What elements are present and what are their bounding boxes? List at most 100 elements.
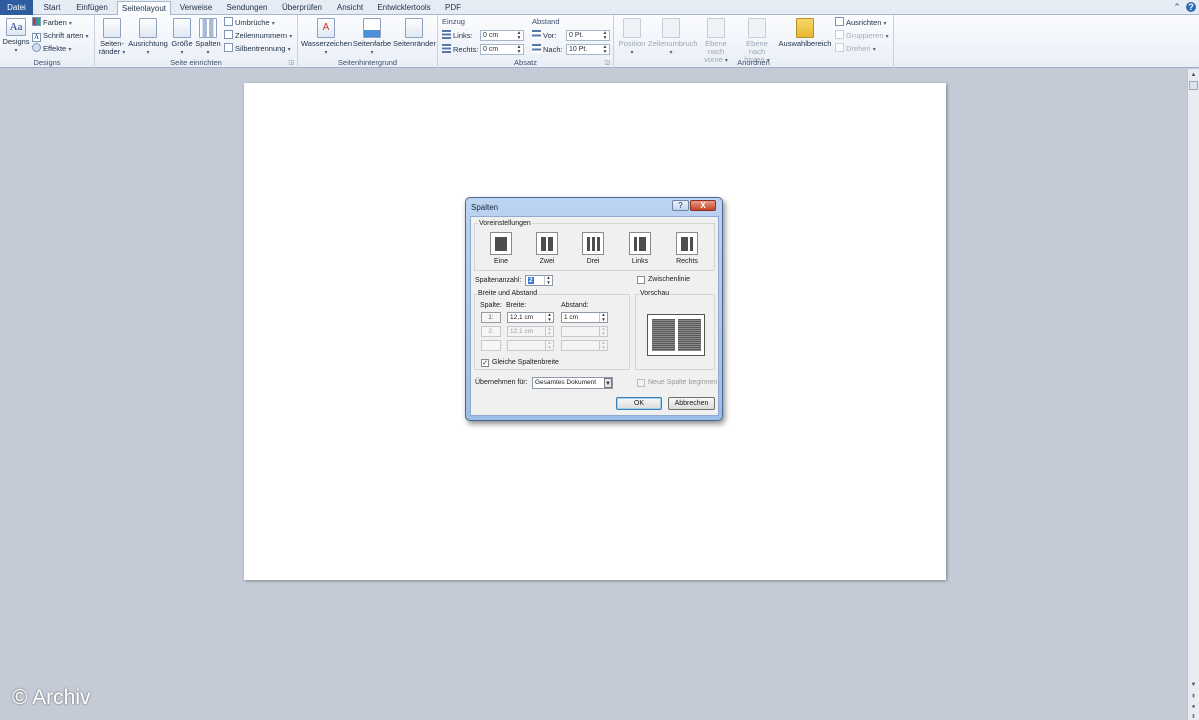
position-button[interactable]: Position ▾ bbox=[617, 18, 647, 57]
einzug-rechts-input[interactable]: 0 cm ▲ ▼ bbox=[480, 44, 524, 55]
orientation-icon bbox=[139, 18, 157, 38]
abbrechen-button[interactable]: Abbrechen bbox=[668, 397, 715, 410]
spin-arrows-icon: ▲ ▼ bbox=[545, 340, 553, 350]
schriftarten-button[interactable]: A Schrift arten ▾ bbox=[32, 30, 89, 42]
dialog-help-button[interactable]: ? bbox=[672, 200, 689, 211]
spaltenanzahl-input[interactable]: 2 ▲ ▼ bbox=[525, 275, 553, 286]
spin-arrows-icon[interactable]: ▲ ▼ bbox=[545, 312, 553, 322]
absatz-launcher-icon[interactable]: ◲ bbox=[604, 59, 610, 66]
wasserzeichen-button[interactable]: A Wasserzeichen ▾ bbox=[301, 18, 352, 57]
page-color-icon bbox=[363, 18, 381, 38]
neue-spalte-label: Neue Spalte beginnen bbox=[648, 379, 718, 386]
einzug-links-label-wrap: Links: bbox=[442, 30, 473, 42]
auswahlbereich-button[interactable]: Auswahlbereich bbox=[778, 18, 832, 48]
seitenraender-hintergrund-label: Seitenränder bbox=[393, 39, 436, 48]
seite-einrichten-launcher-icon[interactable]: ◲ bbox=[288, 59, 294, 66]
abstand-vor-label-wrap: Vor: bbox=[532, 30, 556, 42]
vertical-scrollbar[interactable]: ▲ ▼ ⇞ ● ⇟ bbox=[1187, 69, 1199, 720]
spin-arrows-icon[interactable]: ▲ ▼ bbox=[515, 45, 523, 55]
spin-arrows-icon[interactable]: ▲ ▼ bbox=[544, 275, 552, 285]
abstand-input-1[interactable]: 1 cm ▲ ▼ bbox=[561, 312, 608, 323]
silbentrennung-button[interactable]: Silbentrennung ▾ bbox=[224, 43, 291, 55]
ausrichten-button[interactable]: Ausrichten ▾ bbox=[835, 17, 887, 29]
ruler-toggle-icon[interactable] bbox=[1189, 81, 1198, 90]
drehen-label: Drehen bbox=[846, 44, 871, 53]
zwischenlinie-checkbox[interactable] bbox=[637, 276, 645, 284]
tab-pdf[interactable]: PDF bbox=[439, 1, 467, 15]
tab-verweise[interactable]: Verweise bbox=[175, 1, 217, 15]
spin-arrows-icon: ▲ ▼ bbox=[599, 340, 607, 350]
tab-sendungen[interactable]: Sendungen bbox=[221, 1, 273, 15]
group-icon bbox=[835, 30, 844, 39]
einzug-rechts-label-wrap: Rechts: bbox=[442, 44, 478, 56]
effekte-label: Effekte bbox=[43, 44, 67, 53]
vorschau-preview bbox=[647, 314, 705, 356]
spin-arrows-icon[interactable]: ▲ ▼ bbox=[601, 31, 609, 41]
preview-column bbox=[652, 319, 675, 351]
gruppieren-label: Gruppieren bbox=[846, 31, 884, 40]
abstand-value-1: 1 cm bbox=[564, 314, 579, 321]
gleiche-spaltenbreite-checkbox[interactable]: ✓ bbox=[481, 359, 489, 367]
effekte-button[interactable]: Effekte ▾ bbox=[32, 43, 71, 55]
breite-input-1[interactable]: 12,1 cm ▲ ▼ bbox=[507, 312, 554, 323]
spin-arrows-icon[interactable]: ▲ ▼ bbox=[515, 31, 523, 41]
abstand-vor-input[interactable]: 0 Pt. ▲ ▼ bbox=[566, 30, 610, 41]
tab-entwicklertools[interactable]: Entwicklertools bbox=[373, 1, 435, 15]
ok-button[interactable]: OK bbox=[616, 397, 662, 410]
preset-eine-button[interactable] bbox=[490, 232, 512, 255]
einzug-links-label: Links: bbox=[453, 31, 473, 40]
designs-button[interactable]: Aa Designs ▾ bbox=[2, 18, 30, 55]
spin-arrows-icon[interactable]: ▲ ▼ bbox=[601, 45, 609, 55]
ebene-hinten-label: Ebene nach bbox=[746, 39, 768, 56]
scroll-down-icon[interactable]: ▼ bbox=[1189, 681, 1198, 690]
drehen-button[interactable]: Drehen ▾ bbox=[835, 43, 876, 55]
scroll-up-icon[interactable]: ▲ bbox=[1189, 71, 1198, 80]
tab-start[interactable]: Start bbox=[36, 1, 68, 15]
copyright-watermark: © Archiv bbox=[12, 686, 91, 709]
farben-button[interactable]: Farben ▾ bbox=[32, 17, 72, 29]
tab-seitenlayout[interactable]: Seitenlayout bbox=[117, 1, 171, 16]
einzug-links-input[interactable]: 0 cm ▲ ▼ bbox=[480, 30, 524, 41]
browse-object-icon[interactable]: ● bbox=[1189, 703, 1198, 712]
help-icon[interactable]: ? bbox=[1186, 2, 1196, 12]
preset-zwei-button[interactable] bbox=[536, 232, 558, 255]
preset-drei-button[interactable] bbox=[582, 232, 604, 255]
column-bar bbox=[495, 237, 507, 251]
zwischenlinie-label: Zwischenlinie bbox=[648, 276, 691, 283]
minimize-ribbon-icon[interactable]: ⌃ bbox=[1172, 2, 1182, 12]
group-absatz: Einzug Links: 0 cm ▲ ▼ Rechts: 0 cm ▲ ▼ Abst… bbox=[438, 15, 614, 68]
designs-icon: Aa bbox=[6, 18, 26, 36]
watermark-icon: A bbox=[317, 18, 335, 38]
zeilenumbruch-label: Zeilenumbruch bbox=[648, 39, 698, 48]
seitenraender-button[interactable]: Seiten-ränder ▾ bbox=[97, 18, 127, 57]
abstand-nach-input[interactable]: 10 Pt. ▲ ▼ bbox=[566, 44, 610, 55]
groesse-button[interactable]: Größe ▾ bbox=[170, 18, 194, 57]
gleiche-spaltenbreite-label: Gleiche Spaltenbreite bbox=[492, 359, 559, 366]
tab-einfuegen[interactable]: Einfügen bbox=[71, 1, 113, 15]
uebernehmen-select[interactable]: Gesamtes Dokument ▼ bbox=[532, 377, 613, 389]
spalten-button[interactable]: Spalten ▾ bbox=[195, 18, 221, 57]
umbrueche-button[interactable]: Umbrüche ▾ bbox=[224, 17, 275, 29]
row-number: 1: bbox=[481, 312, 501, 323]
preset-rechts-button[interactable] bbox=[676, 232, 698, 255]
chevron-down-icon[interactable]: ▼ bbox=[604, 378, 612, 388]
row-number: 2: bbox=[481, 326, 501, 337]
col-spalte-header: Spalte: bbox=[480, 302, 502, 309]
dialog-close-button[interactable]: X bbox=[690, 200, 716, 211]
tab-ueberpruefen[interactable]: Überprüfen bbox=[277, 1, 327, 15]
tab-datei[interactable]: Datei bbox=[0, 0, 33, 15]
gruppieren-button[interactable]: Gruppieren ▾ bbox=[835, 30, 889, 42]
colors-icon bbox=[32, 17, 41, 26]
next-page-icon[interactable]: ⇟ bbox=[1189, 713, 1198, 720]
zeilenumbruch-button[interactable]: Zeilenumbruch ▾ bbox=[648, 18, 698, 57]
preset-links-button[interactable] bbox=[629, 232, 651, 255]
farben-label: Farben bbox=[43, 18, 67, 27]
zeilennummern-button[interactable]: Zeilennummern ▾ bbox=[224, 30, 292, 42]
ausrichtung-button[interactable]: Ausrichtung ▾ bbox=[127, 18, 169, 57]
tab-ansicht[interactable]: Ansicht bbox=[331, 1, 369, 15]
seitenfarbe-button[interactable]: Seitenfarbe ▾ bbox=[352, 18, 392, 57]
spin-arrows-icon[interactable]: ▲ ▼ bbox=[599, 312, 607, 322]
send-backward-icon bbox=[748, 18, 766, 38]
previous-page-icon[interactable]: ⇞ bbox=[1189, 693, 1198, 702]
seitenraender-hintergrund-button[interactable]: Seitenränder bbox=[393, 18, 436, 48]
